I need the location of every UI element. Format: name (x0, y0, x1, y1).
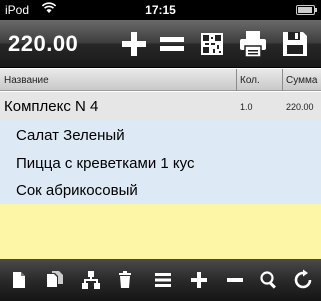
status-time: 17:15 (145, 3, 176, 17)
table-row[interactable]: Комплекс N 4 1.0 220.00 (0, 92, 321, 120)
empty-area (0, 204, 321, 259)
minus-icon[interactable] (224, 269, 246, 291)
trash-icon[interactable] (114, 269, 136, 291)
group-sum: 220.00 (286, 102, 314, 112)
list-icon[interactable] (152, 269, 174, 291)
plus-icon[interactable] (188, 269, 210, 291)
search-icon[interactable] (258, 269, 280, 291)
group-qty: 1.0 (240, 102, 253, 112)
tree-icon[interactable] (80, 269, 102, 291)
main-toolbar: 220.00 (0, 20, 321, 68)
save-icon[interactable] (279, 28, 311, 60)
equals-icon[interactable] (156, 28, 188, 60)
header-divider (236, 69, 237, 91)
order-total: 220.00 (8, 31, 79, 56)
add-icon[interactable] (118, 28, 150, 60)
qr-code-icon[interactable] (196, 28, 228, 60)
group-name: Комплекс N 4 (4, 98, 99, 115)
status-bar: iPod 17:15 (0, 0, 321, 20)
list-item[interactable]: Пицца с креветками 1 кус (16, 155, 194, 172)
printer-icon[interactable] (237, 28, 269, 60)
item-list: Салат Зеленый Пицца с креветками 1 кус С… (0, 120, 321, 204)
bottom-toolbar (0, 259, 321, 301)
new-document-icon[interactable] (8, 269, 30, 291)
battery-icon (296, 5, 317, 15)
header-divider (282, 69, 283, 91)
table-header: Название Кол. Сумма (0, 69, 321, 91)
header-sum: Сумма (286, 75, 318, 86)
list-item[interactable]: Салат Зеленый (16, 127, 125, 144)
refresh-icon[interactable] (292, 269, 314, 291)
list-item[interactable]: Сок абрикосовый (16, 182, 138, 199)
header-qty: Кол. (240, 75, 260, 86)
copy-document-icon[interactable] (44, 269, 66, 291)
header-name: Название (4, 75, 49, 86)
